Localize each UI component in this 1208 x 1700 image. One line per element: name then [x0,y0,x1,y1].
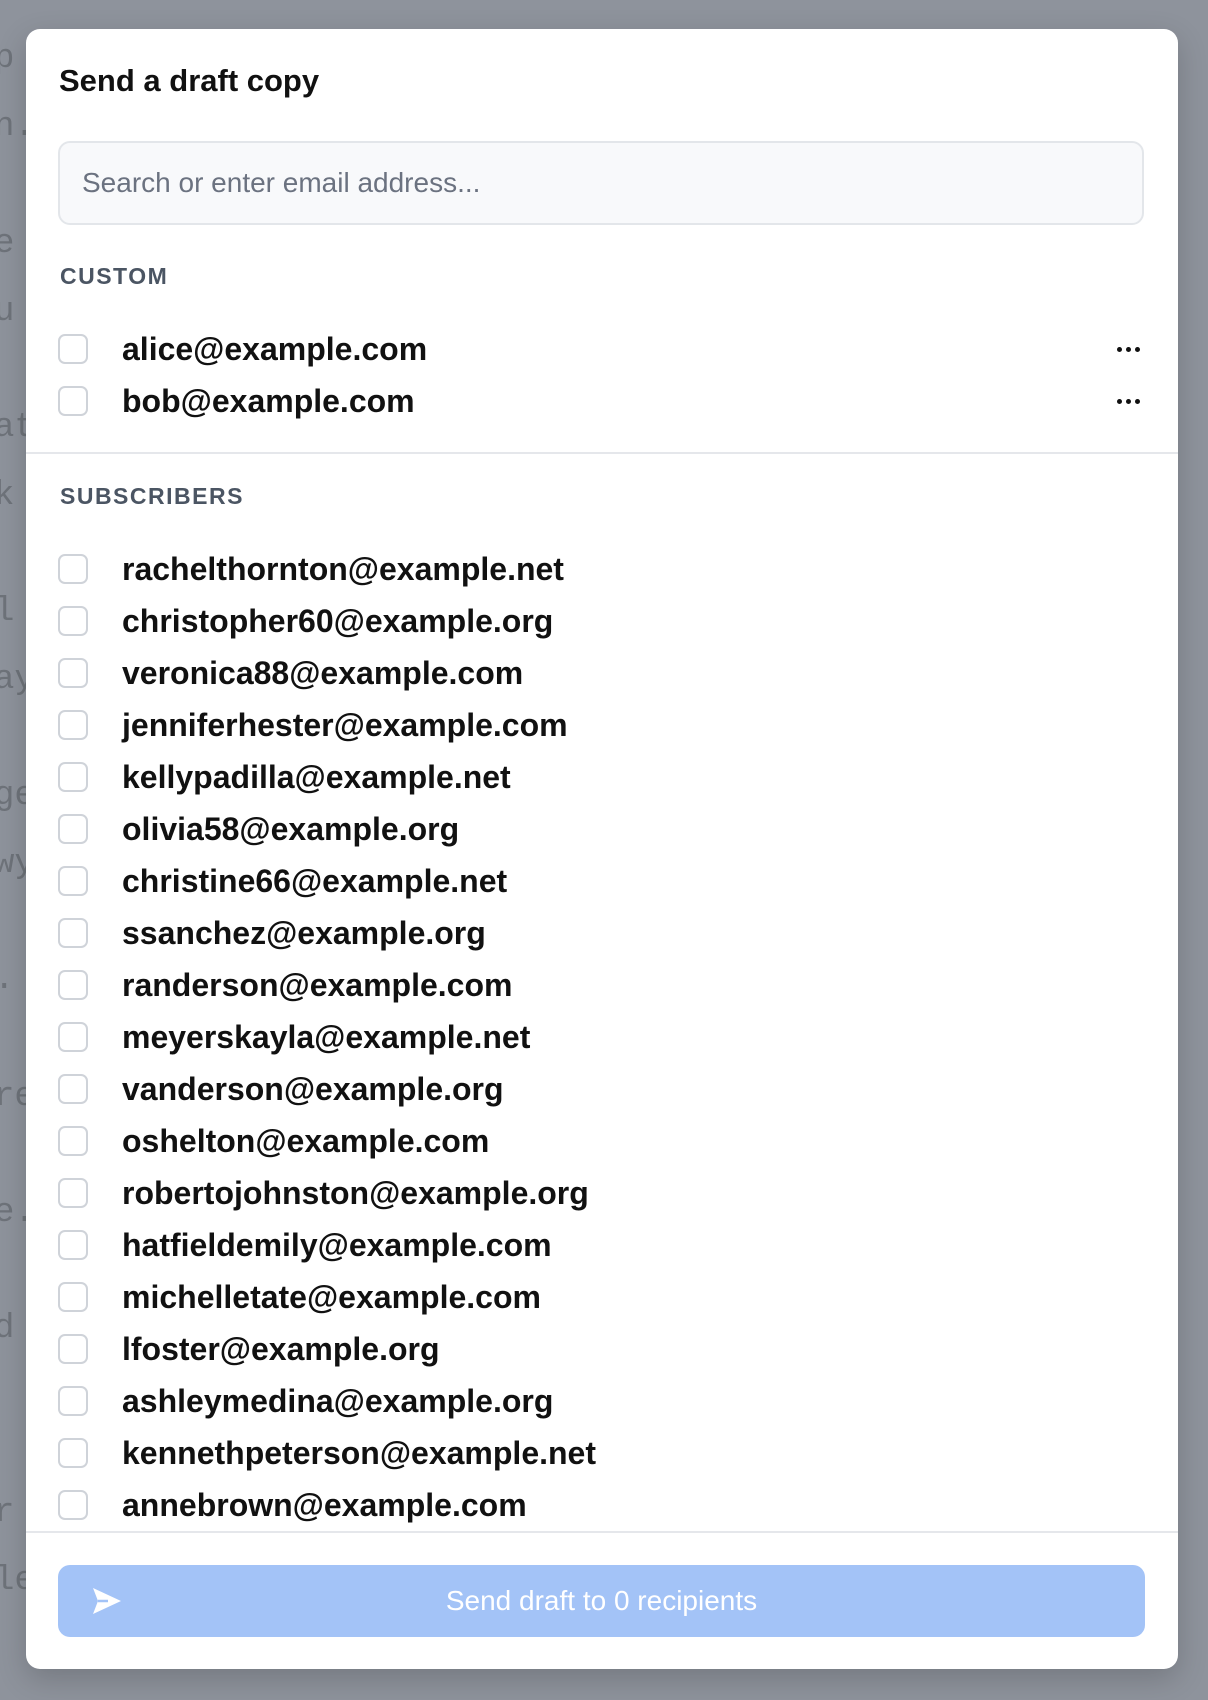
ellipsis-icon [1116,398,1140,404]
recipient-email: oshelton@example.com [122,1122,490,1159]
recipient-email: kellypadilla@example.net [122,758,511,795]
ellipsis-icon [1116,346,1140,352]
subscriber-row[interactable]: randerson@example.com [58,959,1148,1011]
custom-recipient-row[interactable]: alice@example.com [58,323,1148,375]
bg-text-fragment: u [0,293,15,331]
recipient-checkbox[interactable] [58,1178,88,1208]
more-options-button[interactable] [1108,323,1148,375]
subscriber-row[interactable]: oshelton@example.com [58,1115,1148,1167]
recipient-email: bob@example.com [122,382,415,419]
custom-recipient-list: alice@example.com bob@example.com [58,323,1148,427]
recipient-email: vanderson@example.org [122,1070,504,1107]
recipient-checkbox[interactable] [58,1490,88,1520]
recipient-email: hatfieldemily@example.com [122,1226,552,1263]
recipient-email: meyerskayla@example.net [122,1018,531,1055]
recipient-email: robertojohnston@example.org [122,1174,589,1211]
recipient-email: rachelthornton@example.net [122,550,564,587]
recipient-checkbox[interactable] [58,658,88,688]
recipient-email: ashleymedina@example.org [122,1382,554,1419]
send-draft-dialog: Send a draft copy CUSTOM alice@example.c… [26,29,1178,1669]
recipient-checkbox[interactable] [58,334,88,364]
recipient-email: veronica88@example.com [122,654,524,691]
search-box [58,141,1144,225]
recipient-email: kennethpeterson@example.net [122,1434,596,1471]
subscriber-row[interactable]: hatfieldemily@example.com [58,1219,1148,1271]
subscribers-section-heading: SUBSCRIBERS [60,483,244,509]
recipient-email: randerson@example.com [122,966,513,1003]
recipient-checkbox[interactable] [58,814,88,844]
subscriber-row[interactable]: kellypadilla@example.net [58,751,1148,803]
send-button-label: Send draft to 0 recipients [445,1585,758,1616]
recipient-email: ssanchez@example.org [122,914,486,951]
recipient-email: alice@example.com [122,330,428,367]
send-draft-button[interactable]: Send draft to 0 recipients [58,1565,1145,1637]
recipient-checkbox[interactable] [58,1022,88,1052]
recipient-checkbox[interactable] [58,1438,88,1468]
subscriber-row[interactable]: veronica88@example.com [58,647,1148,699]
recipient-checkbox[interactable] [58,1126,88,1156]
subscriber-list: rachelthornton@example.net christopher60… [58,543,1148,1531]
more-options-button[interactable] [1108,375,1148,427]
subscriber-row[interactable]: meyerskayla@example.net [58,1011,1148,1063]
subscriber-row[interactable]: michelletate@example.com [58,1271,1148,1323]
subscriber-row[interactable]: christopher60@example.org [58,595,1148,647]
recipient-email: olivia58@example.org [122,810,460,847]
recipient-checkbox[interactable] [58,918,88,948]
recipient-checkbox[interactable] [58,970,88,1000]
subscriber-row[interactable]: olivia58@example.org [58,803,1148,855]
recipient-checkbox[interactable] [58,1230,88,1260]
bg-text-fragment: p [0,40,15,78]
recipient-checkbox[interactable] [58,554,88,584]
subscriber-row[interactable]: vanderson@example.org [58,1063,1148,1115]
bg-text-fragment: e [0,225,15,263]
custom-section-heading: CUSTOM [60,263,169,289]
subscriber-row[interactable]: jenniferhester@example.com [58,699,1148,751]
recipient-checkbox[interactable] [58,710,88,740]
bg-text-fragment: . [0,961,14,999]
recipient-email: christopher60@example.org [122,602,554,639]
recipient-email: michelletate@example.com [122,1278,541,1315]
paper-plane-icon [93,1588,121,1614]
dialog-title: Send a draft copy [59,63,320,98]
subscriber-row[interactable]: christine66@example.net [58,855,1148,907]
recipient-checkbox[interactable] [58,1386,88,1416]
recipient-checkbox[interactable] [58,866,88,896]
recipient-checkbox[interactable] [58,1074,88,1104]
recipient-email: annebrown@example.com [122,1486,527,1523]
recipient-email: christine66@example.net [122,862,508,899]
subscriber-row[interactable]: lfoster@example.org [58,1323,1148,1375]
subscriber-row[interactable]: robertojohnston@example.org [58,1167,1148,1219]
bg-text-fragment: r [0,1494,15,1532]
email-search-input[interactable] [60,143,1142,223]
subscriber-row[interactable]: rachelthornton@example.net [58,543,1148,595]
bg-text-fragment: d [0,1310,15,1348]
bg-text-fragment: l [0,593,15,631]
subscriber-row[interactable]: annebrown@example.com [58,1479,1148,1531]
footer-divider [26,1531,1178,1533]
section-divider [26,452,1178,454]
recipient-checkbox[interactable] [58,606,88,636]
bg-text-fragment: k [0,477,15,515]
subscriber-row[interactable]: ashleymedina@example.org [58,1375,1148,1427]
recipient-checkbox[interactable] [58,762,88,792]
subscriber-row[interactable]: ssanchez@example.org [58,907,1148,959]
subscriber-row[interactable]: kennethpeterson@example.net [58,1427,1148,1479]
recipient-checkbox[interactable] [58,1334,88,1364]
custom-recipient-row[interactable]: bob@example.com [58,375,1148,427]
recipient-email: lfoster@example.org [122,1330,440,1367]
recipient-checkbox[interactable] [58,1282,88,1312]
recipient-email: jenniferhester@example.com [122,706,568,743]
recipient-checkbox[interactable] [58,386,88,416]
